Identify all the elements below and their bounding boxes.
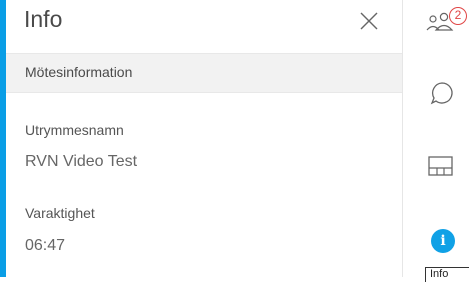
section-header-label: Mötesinformation [25, 64, 133, 80]
participants-button[interactable]: 2 [423, 6, 467, 36]
close-icon [360, 12, 378, 30]
info-button[interactable]: i [431, 229, 455, 253]
info-icon: i [440, 233, 446, 249]
duration-label: Varaktighet [25, 205, 95, 221]
duration-value: 06:47 [25, 237, 66, 254]
info-panel: Info Mötesinformation Utrymmesnamn RVN V… [6, 0, 403, 277]
chat-button[interactable] [429, 80, 455, 106]
close-button[interactable] [354, 5, 384, 35]
layout-icon [428, 156, 453, 176]
participants-count-badge: 2 [449, 7, 467, 25]
meeting-info-section-header: Mötesinformation [6, 53, 402, 93]
side-rail: 2 i Info [403, 0, 469, 282]
info-tooltip: Info [425, 267, 469, 282]
chat-icon [430, 82, 453, 105]
space-name-value: RVN Video Test [25, 153, 138, 170]
layout-button[interactable] [427, 154, 455, 178]
panel-title: Info [24, 6, 63, 32]
space-name-label: Utrymmesnamn [25, 122, 124, 138]
